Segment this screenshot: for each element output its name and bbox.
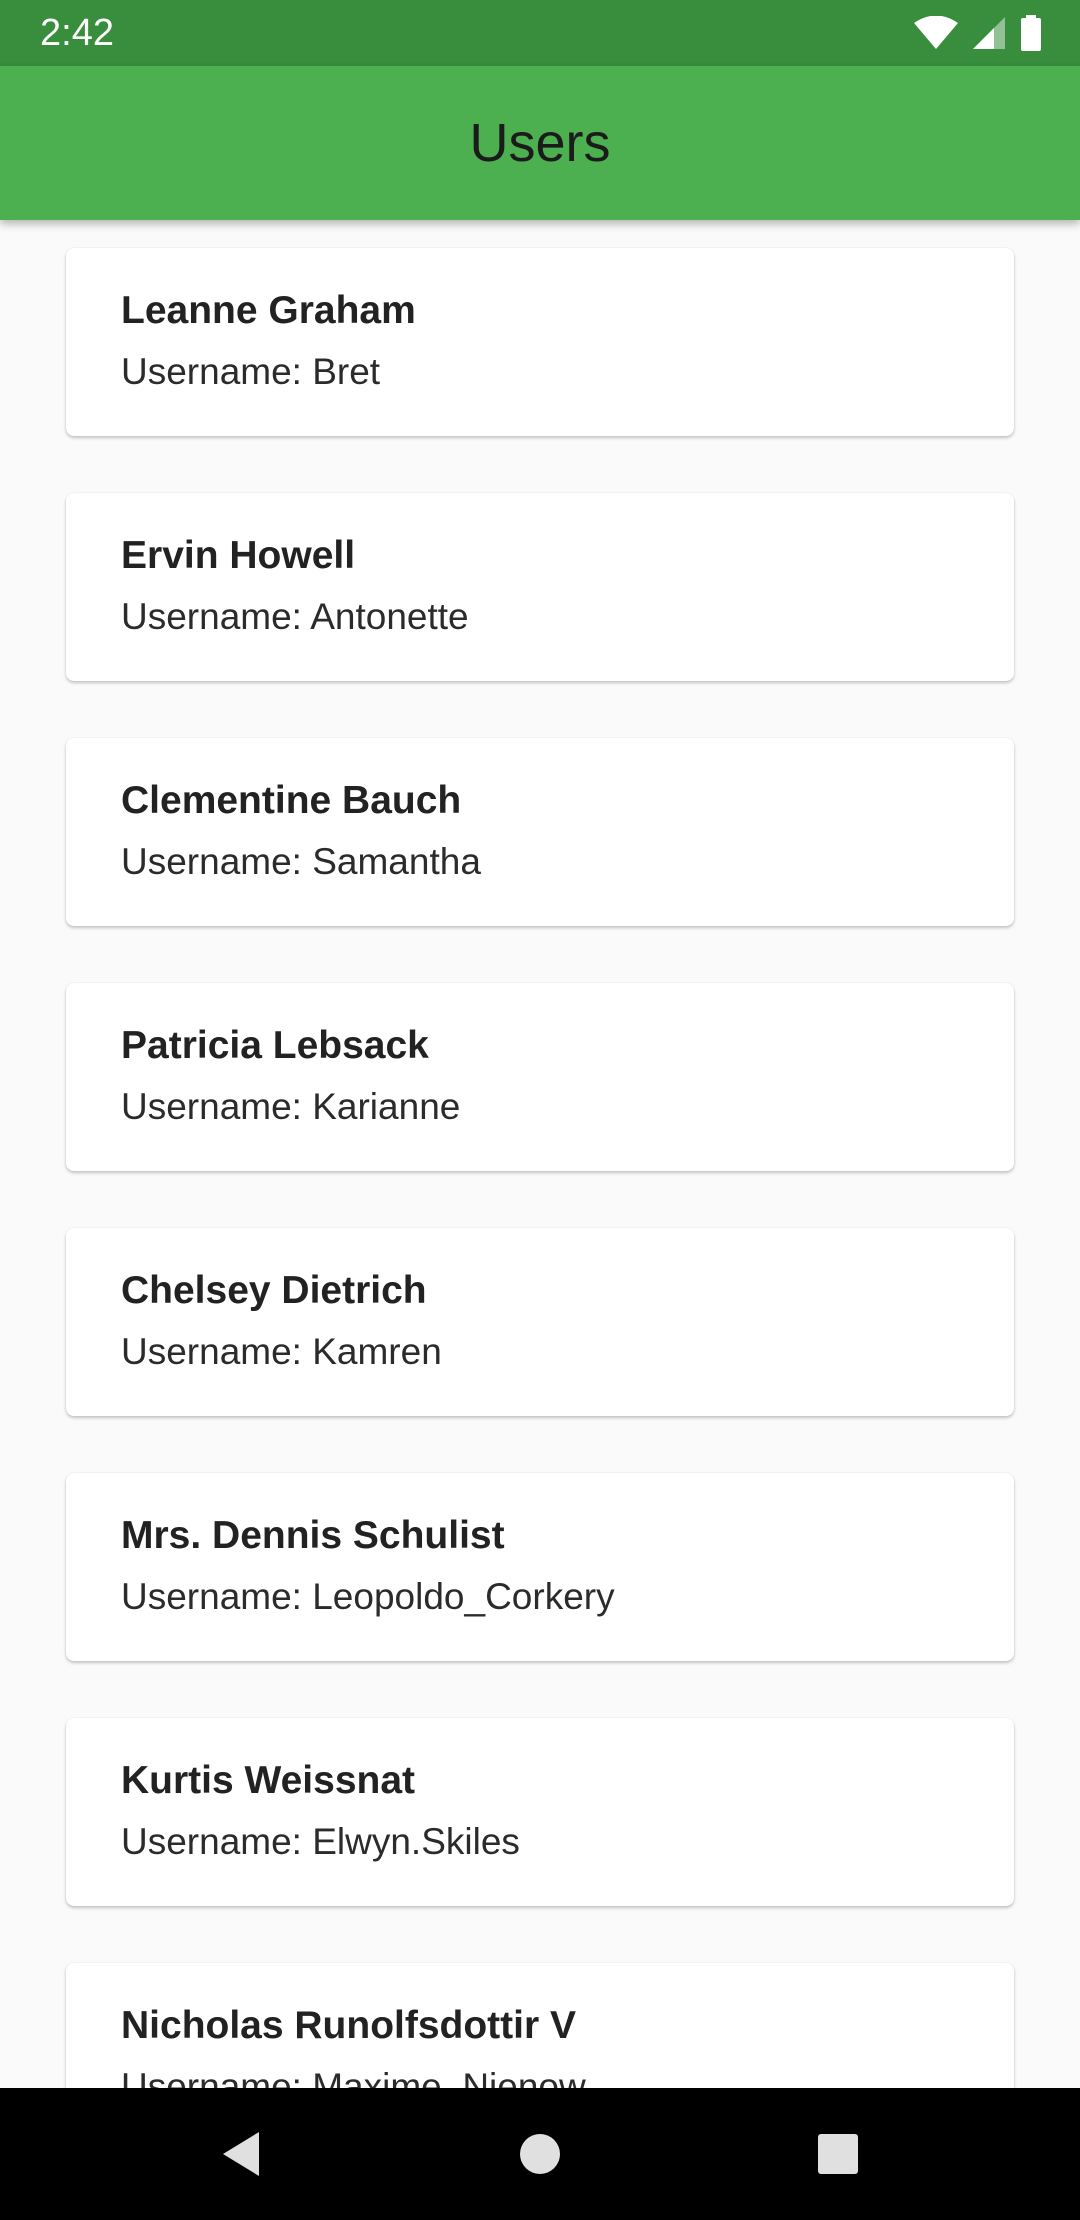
username-label: Username: <box>121 841 313 882</box>
user-card[interactable]: Ervin Howell Username: Antonette <box>66 493 1014 681</box>
system-nav-bar <box>0 2088 1080 2220</box>
app-bar: Users <box>0 66 1080 220</box>
username-value: Bret <box>312 351 381 392</box>
status-bar: 2:42 <box>0 0 1080 66</box>
username-value: Karianne <box>312 1086 461 1127</box>
username-value: Elwyn.Skiles <box>312 1821 520 1862</box>
username-label: Username: <box>121 1821 313 1862</box>
user-name: Patricia Lebsack <box>121 1024 429 1067</box>
user-username-line: Username: Antonette <box>121 595 469 639</box>
home-button[interactable] <box>474 2088 606 2220</box>
username-value: Kamren <box>312 1331 442 1372</box>
user-username-line: Username: Samantha <box>121 840 481 884</box>
username-label: Username: <box>121 351 313 392</box>
user-name: Mrs. Dennis Schulist <box>121 1514 505 1557</box>
username-label: Username: <box>121 2066 313 2088</box>
user-name: Chelsey Dietrich <box>121 1269 427 1312</box>
wifi-icon <box>914 16 958 50</box>
user-list: Leanne Graham Username: Bret Ervin Howel… <box>66 248 1014 2088</box>
recents-icon <box>818 2134 858 2174</box>
user-card[interactable]: Leanne Graham Username: Bret <box>66 248 1014 436</box>
user-card[interactable]: Chelsey Dietrich Username: Kamren <box>66 1228 1014 1416</box>
signal-icon <box>972 16 1006 50</box>
user-card[interactable]: Mrs. Dennis Schulist Username: Leopoldo_… <box>66 1473 1014 1661</box>
username-label: Username: <box>121 1576 313 1617</box>
username-value: Maxime_Nienow <box>312 2066 586 2088</box>
username-label: Username: <box>121 596 311 637</box>
user-username-line: Username: Maxime_Nienow <box>121 2065 586 2088</box>
user-name: Clementine Bauch <box>121 779 462 822</box>
recents-button[interactable] <box>772 2088 904 2220</box>
battery-icon <box>1020 15 1042 51</box>
home-icon <box>520 2134 560 2174</box>
user-username-line: Username: Karianne <box>121 1085 460 1129</box>
user-name: Ervin Howell <box>121 534 356 577</box>
status-time: 2:42 <box>40 12 114 54</box>
status-icons <box>914 15 1042 51</box>
username-label: Username: <box>121 1086 313 1127</box>
username-value: Leopoldo_Corkery <box>312 1576 615 1617</box>
user-name: Nicholas Runolfsdottir V <box>121 2004 577 2047</box>
user-username-line: Username: Kamren <box>121 1330 442 1374</box>
user-username-line: Username: Elwyn.Skiles <box>121 1820 520 1864</box>
page-title: Users <box>469 113 611 173</box>
user-card[interactable]: Kurtis Weissnat Username: Elwyn.Skiles <box>66 1718 1014 1906</box>
back-icon <box>223 2132 259 2176</box>
user-username-line: Username: Bret <box>121 350 380 394</box>
back-button[interactable] <box>175 2088 307 2220</box>
user-card[interactable]: Nicholas Runolfsdottir V Username: Maxim… <box>66 1963 1014 2088</box>
user-name: Kurtis Weissnat <box>121 1759 416 1802</box>
username-label: Username: <box>121 1331 313 1372</box>
user-card[interactable]: Patricia Lebsack Username: Karianne <box>66 983 1014 1171</box>
username-value: Antonette <box>310 596 469 637</box>
user-name: Leanne Graham <box>121 289 416 332</box>
user-card[interactable]: Clementine Bauch Username: Samantha <box>66 738 1014 926</box>
user-list-scroll[interactable]: Leanne Graham Username: Bret Ervin Howel… <box>0 220 1080 2088</box>
username-value: Samantha <box>312 841 481 882</box>
user-username-line: Username: Leopoldo_Corkery <box>121 1575 615 1619</box>
